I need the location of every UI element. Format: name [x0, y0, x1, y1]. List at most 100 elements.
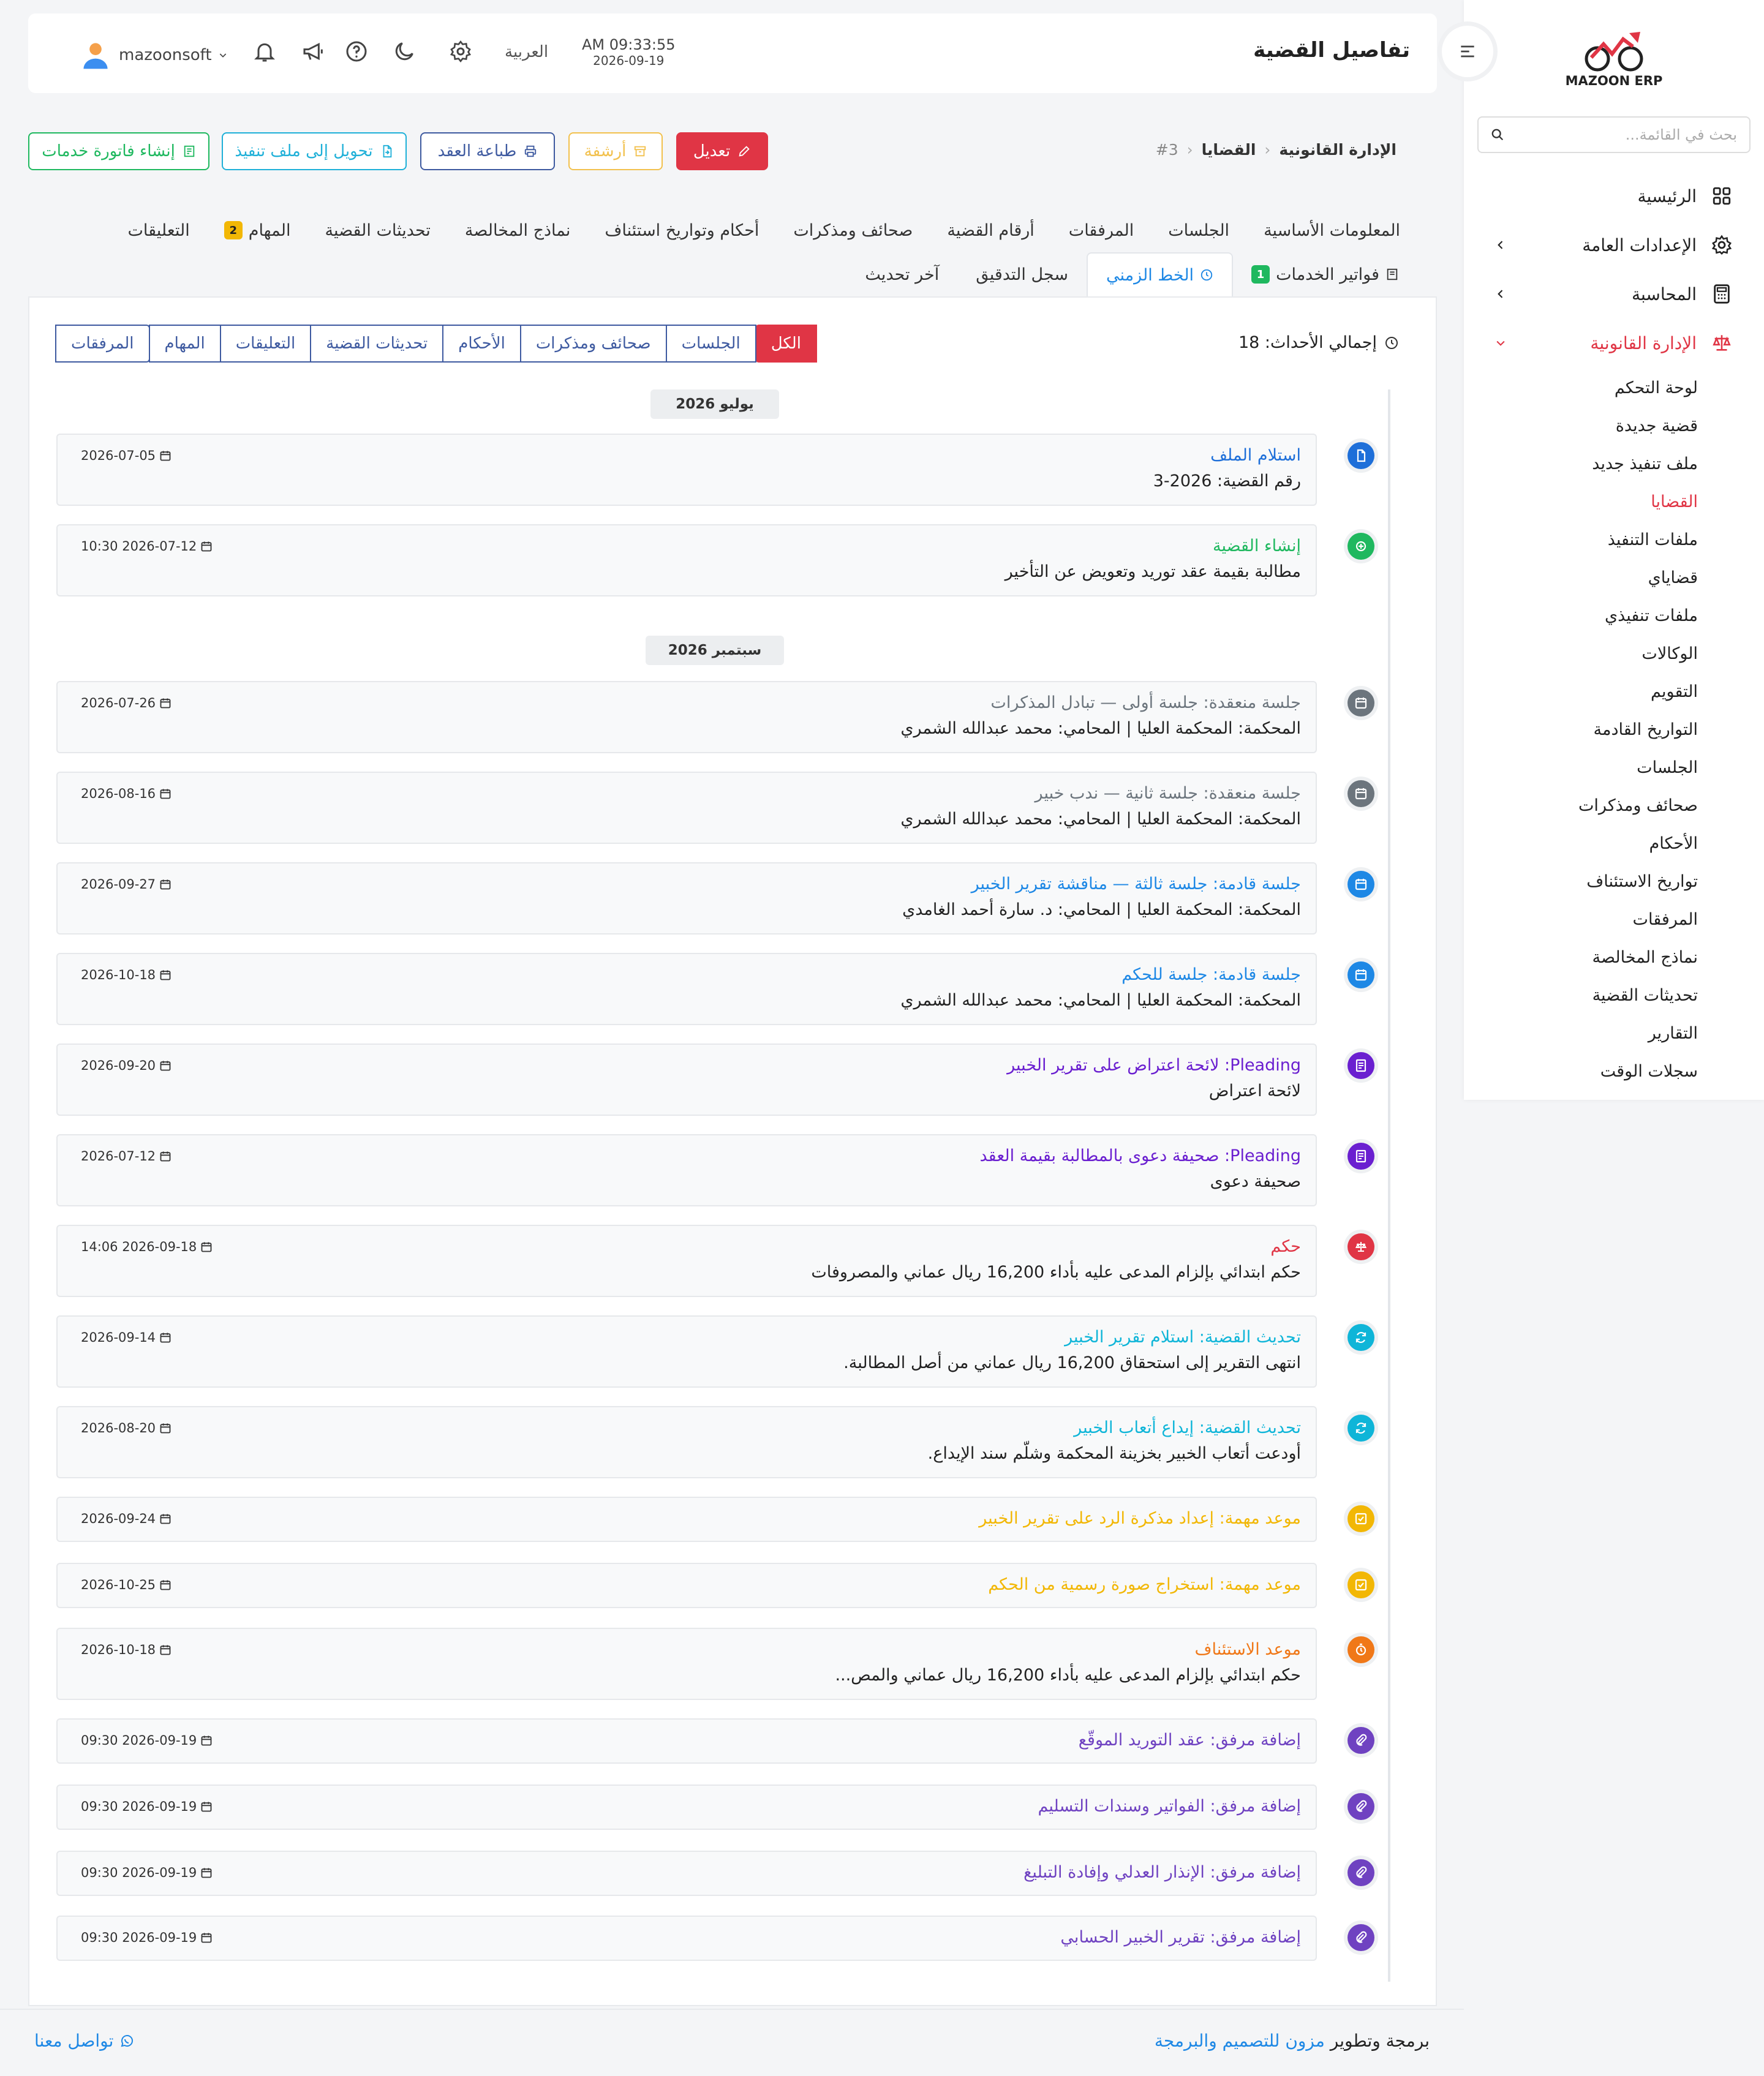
- filter-tasks[interactable]: المهام: [148, 325, 221, 363]
- clock-icon: [1385, 336, 1398, 349]
- sidebar-subitem-reports[interactable]: التقارير: [1464, 1014, 1764, 1052]
- tab-label: أحكام وتواريخ استئناف: [605, 220, 760, 240]
- sidebar-subitem-execution-files[interactable]: ملفات التنفيذ: [1464, 521, 1764, 558]
- logo[interactable]: MAZOON ERP: [1562, 27, 1666, 88]
- event-title: موعد الاستئناف: [1194, 1640, 1301, 1659]
- sidebar-subitem-powers[interactable]: الوكالات: [1464, 634, 1764, 672]
- settings-gear-icon[interactable]: [448, 39, 473, 64]
- tab-comments[interactable]: التعليقات: [110, 218, 206, 243]
- sidebar-subitem-timesheets[interactable]: سجلات الوقت: [1464, 1052, 1764, 1090]
- edit-button[interactable]: تعديل: [676, 132, 768, 170]
- document-icon: [1355, 1149, 1366, 1163]
- language-switch[interactable]: العربية: [505, 43, 548, 61]
- avatar: [83, 43, 108, 69]
- tab-case-numbers[interactable]: أرقام القضية: [930, 218, 1051, 243]
- sidebar-subitem-appeal-dates[interactable]: تواريخ الاستئناف: [1464, 862, 1764, 900]
- filter-pleadings[interactable]: صحائف ومذكرات: [519, 325, 667, 363]
- archive-icon: [635, 146, 646, 157]
- sidebar-search[interactable]: بحث في القائمة...: [1477, 116, 1751, 153]
- sidebar-subitem-pleadings[interactable]: صحائف ومذكرات: [1464, 786, 1764, 824]
- event-date: 2026-09-14: [81, 1330, 172, 1345]
- sidebar-item-home[interactable]: الرئيسية: [1464, 171, 1764, 220]
- timeline-event-marker: [1348, 533, 1374, 560]
- sidebar-subitem-case-updates[interactable]: تحديثات القضية: [1464, 976, 1764, 1014]
- sidebar-submenu: لوحة التحكم قضية جديدة ملف تنفيذ جديد ال…: [1464, 367, 1764, 1090]
- sidebar-subitem-cases[interactable]: القضايا: [1464, 483, 1764, 521]
- grid-icon: [1713, 187, 1731, 205]
- breadcrumb-section[interactable]: القضايا: [1202, 141, 1256, 159]
- tab-service-invoices[interactable]: فواتير الخدمات 1: [1233, 252, 1417, 296]
- filter-attachments[interactable]: المرفقات: [55, 325, 150, 363]
- filter-sessions[interactable]: الجلسات: [665, 325, 756, 363]
- tab-audit-log[interactable]: سجل التدقيق: [957, 252, 1087, 296]
- megaphone-icon[interactable]: [301, 39, 326, 64]
- create-invoice-button[interactable]: إنشاء فاتورة خدمات: [28, 132, 209, 170]
- breadcrumb-root[interactable]: الإدارة القانونية: [1279, 141, 1396, 159]
- tab-last-update[interactable]: آخر تحديث: [846, 252, 957, 296]
- user-menu[interactable]: mazoonsoft: [58, 38, 228, 72]
- archive-button[interactable]: أرشفة: [568, 132, 663, 170]
- sidebar-subitem-sessions[interactable]: الجلسات: [1464, 748, 1764, 786]
- sidebar-toggle-button[interactable]: [1442, 26, 1493, 77]
- contact-us-link[interactable]: تواصل معنا: [34, 2031, 134, 2051]
- sidebar-subitem-attachments[interactable]: المرفقات: [1464, 900, 1764, 938]
- sidebar-subitem-my-cases[interactable]: قضاياي: [1464, 558, 1764, 596]
- username: mazoonsoft: [119, 46, 212, 64]
- sidebar-item-accounting[interactable]: المحاسبة: [1464, 269, 1764, 318]
- event-date: 2026-10-25: [81, 1578, 172, 1592]
- sidebar-search-input[interactable]: بحث في القائمة...: [1626, 126, 1737, 143]
- footer-company-link[interactable]: مزون للتصميم والبرمجة: [1155, 2031, 1325, 2051]
- event-date-text: 2026-08-16: [81, 786, 156, 801]
- sidebar-subitem-new-execution[interactable]: ملف تنفيذ جديد: [1464, 445, 1764, 483]
- sidebar-subitem-calendar[interactable]: التقويم: [1464, 672, 1764, 710]
- sidebar-subitem-my-executions[interactable]: ملفات تنفيذي: [1464, 596, 1764, 634]
- event-date: 2026-09-18 14:06: [81, 1239, 213, 1254]
- print-contract-button[interactable]: طباعة العقد: [420, 132, 555, 170]
- convert-to-execution-button[interactable]: تحويل إلى ملف تنفيذ: [222, 132, 407, 170]
- tab-pleadings[interactable]: صحائف ومذكرات: [776, 218, 930, 243]
- tab-attachments[interactable]: المرفقات: [1052, 218, 1151, 243]
- timeline-event-card: Pleading: صحيفة دعوى بالمطالبة بقيمة الع…: [56, 1134, 1317, 1206]
- sidebar-subitem-clearance-forms[interactable]: نماذج المخالصة: [1464, 938, 1764, 976]
- event-date-text: 2026-09-19 09:30: [81, 1733, 197, 1748]
- event-description: حكم ابتدائي بإلزام المدعى عليه بأداء 16,…: [835, 1666, 1301, 1685]
- tab-basic-info[interactable]: المعلومات الأساسية: [1246, 218, 1417, 243]
- event-date: 2026-09-24: [81, 1511, 172, 1526]
- tab-case-updates[interactable]: تحديثات القضية: [307, 218, 447, 243]
- timeline-event-card: إضافة مرفق: عقد التوريد الموقّع 2026-09-1…: [56, 1718, 1317, 1764]
- event-title: تحديث القضية: إيداع أتعاب الخبير: [1074, 1418, 1301, 1437]
- bell-icon[interactable]: [252, 39, 277, 64]
- tab-label: الخط الزمني: [1106, 265, 1194, 285]
- event-date: 2026-10-18: [81, 1642, 172, 1657]
- breadcrumb-separator: ‹: [1264, 141, 1271, 159]
- filter-case-updates[interactable]: تحديثات القضية: [310, 325, 444, 363]
- sidebar-item-general-settings[interactable]: الإعدادات العامة: [1464, 220, 1764, 269]
- timeline-event-card: إضافة مرفق: الإنذار العدلي وإفادة التبلي…: [56, 1851, 1317, 1896]
- timeline-event-card: موعد الاستئناف حكم ابتدائي بإلزام المدعى …: [56, 1628, 1317, 1700]
- timeline-panel: إجمالي الأحداث: 18 المرفقات المهام التعل…: [28, 296, 1437, 2006]
- event-title: إضافة مرفق: الإنذار العدلي وإفادة التبلي…: [1023, 1863, 1301, 1882]
- event-date: 2026-09-20: [81, 1058, 172, 1073]
- event-date: 2026-08-16: [81, 786, 172, 801]
- sidebar-subitem-upcoming-dates[interactable]: التواريخ القادمة: [1464, 710, 1764, 748]
- whatsapp-icon: [121, 2034, 134, 2047]
- timeline-event-card: Pleading: لائحة اعتراض على تقرير الخبير ل…: [56, 1044, 1317, 1116]
- calendar-icon: [201, 1868, 212, 1878]
- tab-judgments-appeals[interactable]: أحكام وتواريخ استئناف: [587, 218, 776, 243]
- filter-judgments[interactable]: الأحكام: [442, 325, 521, 363]
- tab-timeline[interactable]: الخط الزمني: [1086, 252, 1234, 296]
- filter-comments[interactable]: التعليقات: [219, 325, 312, 363]
- tab-clearance-forms[interactable]: نماذج المخالصة: [448, 218, 588, 243]
- sidebar-item-legal[interactable]: الإدارة القانونية: [1464, 318, 1764, 367]
- sidebar-subitem-new-case[interactable]: قضية جديدة: [1464, 407, 1764, 445]
- sidebar-subitem-dashboard[interactable]: لوحة التحكم: [1464, 369, 1764, 407]
- tab-tasks[interactable]: المهام 2: [207, 218, 308, 243]
- help-icon[interactable]: [344, 39, 369, 64]
- moon-icon[interactable]: [392, 39, 417, 64]
- month-divider: يوليو 2026: [650, 389, 779, 419]
- sidebar-subitem-judgments[interactable]: الأحكام: [1464, 824, 1764, 862]
- event-date: 2026-09-19 09:30: [81, 1930, 213, 1945]
- tab-sessions[interactable]: الجلسات: [1151, 218, 1246, 243]
- filter-all[interactable]: الكل: [755, 325, 817, 363]
- timeline-line: [1388, 389, 1390, 1982]
